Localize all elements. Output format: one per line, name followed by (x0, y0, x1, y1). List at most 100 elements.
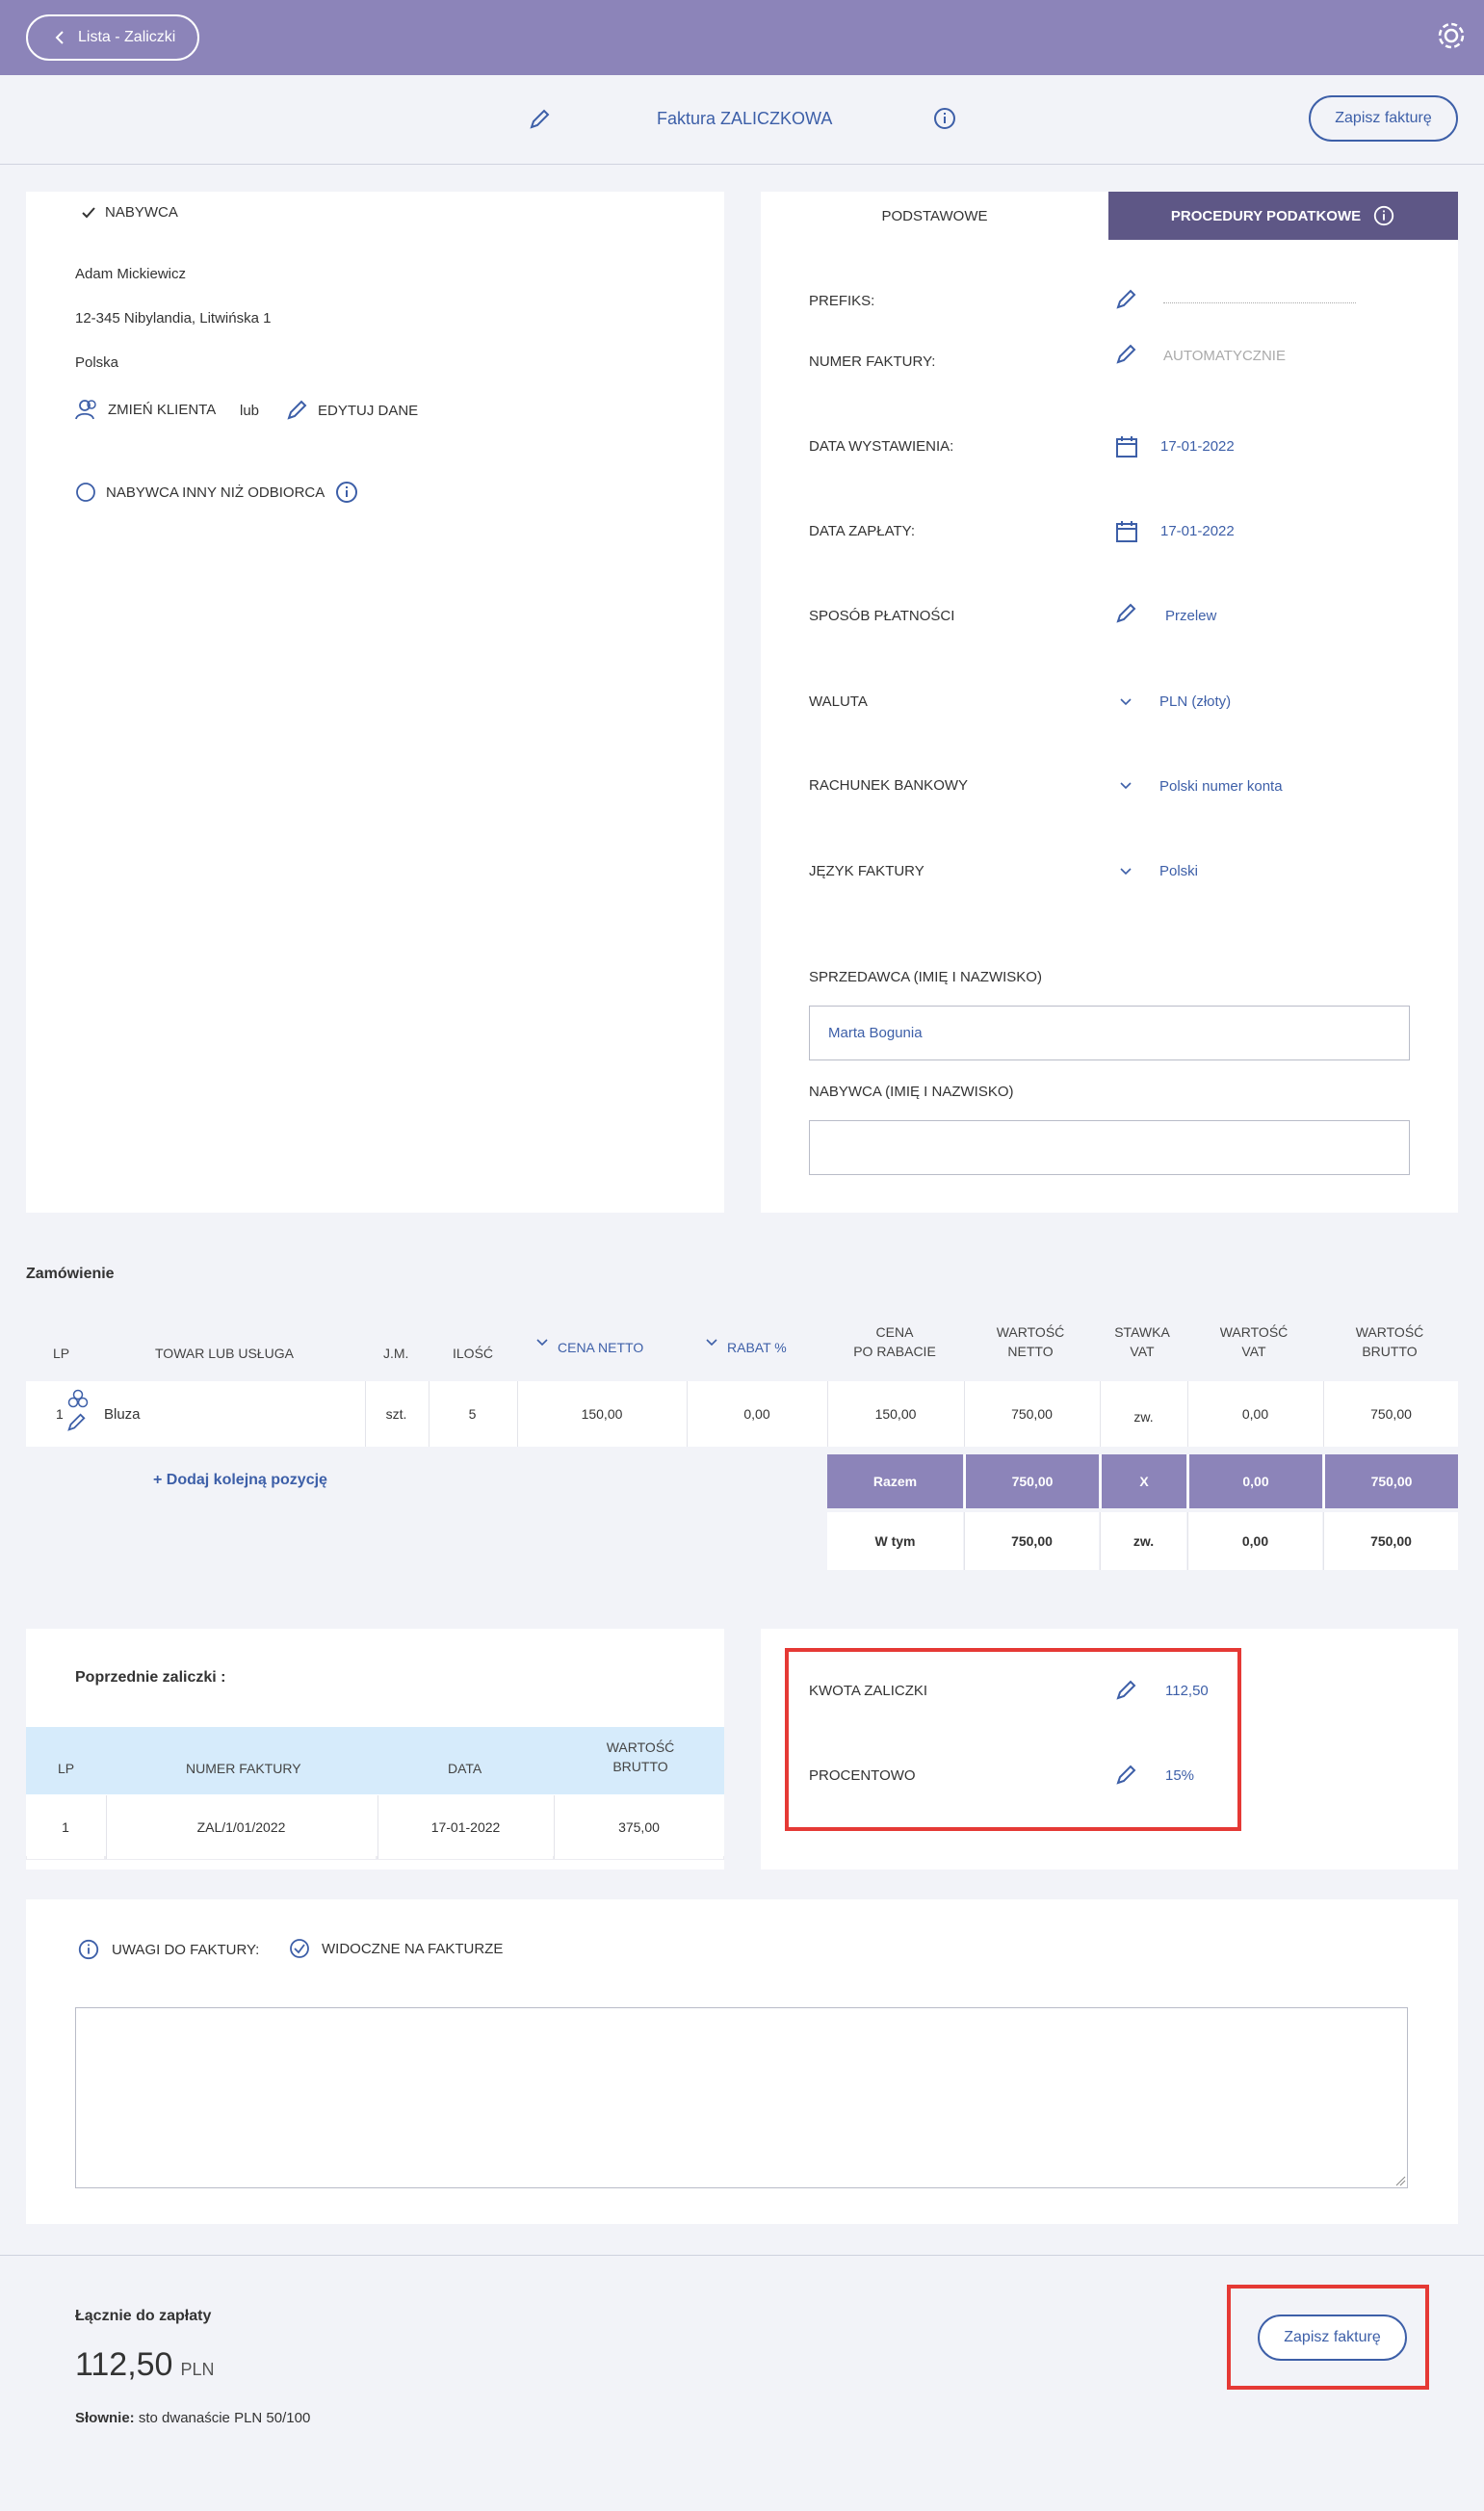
visible-on-invoice-checkbox[interactable]: WIDOCZNE NA FAKTURZE (289, 1938, 503, 1959)
total-to-pay-label: Łącznie do zapłaty (75, 2308, 212, 2324)
col-discount-sort[interactable]: RABAT % (706, 1339, 787, 1358)
col-gross-value-line2: BRUTTO (1362, 1343, 1418, 1359)
tab-tax-procedures[interactable]: PROCEDURY PODATKOWE (1108, 192, 1458, 240)
chevron-down-icon (536, 1339, 548, 1347)
col-qty: ILOŚĆ (453, 1346, 494, 1361)
row-vat-rate[interactable]: zw. (1100, 1381, 1186, 1447)
settings-gear-icon[interactable] (1435, 19, 1468, 52)
advance-percent-value[interactable]: 15% (1165, 1767, 1194, 1784)
back-button[interactable]: Lista - Zaliczki (26, 14, 199, 61)
title-info-icon[interactable] (932, 106, 957, 131)
save-invoice-button-top[interactable]: Zapisz fakturę (1309, 95, 1458, 142)
prev-col-lp: LP (58, 1761, 75, 1776)
number-value: AUTOMATYCZNIE (1163, 348, 1286, 364)
info-icon[interactable] (77, 1938, 100, 1961)
col-item: TOWAR LUB USŁUGA (155, 1346, 294, 1361)
save-invoice-button-bottom[interactable]: Zapisz fakturę (1258, 2315, 1407, 2361)
row-gross-value: 750,00 (1323, 1381, 1458, 1447)
row-discount[interactable]: 0,00 (687, 1381, 826, 1447)
change-client-button[interactable]: ZMIEŃ KLIENTA (75, 399, 216, 420)
col-vat-value-line2: VAT (1241, 1343, 1266, 1359)
chevron-left-icon (55, 31, 65, 44)
col-unit: J.M. (383, 1346, 409, 1361)
row-vat-value: 0,00 (1187, 1381, 1322, 1447)
buyer-address: 12-345 Nibylandia, Litwińska 1 (75, 310, 272, 327)
col-gross-value: WARTOŚĆ BRUTTO (1322, 1323, 1457, 1361)
total-to-pay-amount: 112,50 (75, 2346, 173, 2383)
issue-date-label: DATA WYSTAWIENIA: (809, 438, 954, 455)
row-tools[interactable] (65, 1387, 91, 1433)
edit-data-button[interactable]: EDYTUJ DANE (285, 399, 418, 422)
row-unit[interactable]: szt. (365, 1381, 427, 1447)
payment-method-label: SPOSÓB PŁATNOŚCI (809, 608, 955, 624)
buyer-country: Polska (75, 354, 119, 371)
row-item-name[interactable]: Bluza (104, 1406, 141, 1423)
info-icon (1372, 204, 1395, 227)
payment-method-pencil-icon[interactable] (1114, 602, 1137, 625)
pencil-icon[interactable] (65, 1412, 91, 1433)
payment-date-label: DATA ZAPŁATY: (809, 523, 916, 539)
check-icon (82, 206, 95, 219)
back-button-label: Lista - Zaliczki (78, 29, 176, 45)
calendar-icon[interactable] (1115, 435, 1138, 458)
info-icon[interactable] (334, 480, 359, 505)
notes-header: UWAGI DO FAKTURY: (77, 1938, 259, 1961)
chevron-down-icon[interactable] (1120, 782, 1132, 790)
advance-percent-pencil-icon[interactable] (1114, 1764, 1137, 1787)
buyer-section-toggle[interactable]: NABYWCA (82, 204, 178, 221)
buyer-name: Adam Mickiewicz (75, 266, 187, 282)
pencil-icon (285, 399, 308, 422)
row-lp: 1 (56, 1406, 64, 1422)
other-recipient-radio[interactable]: NABYWCA INNY NIŻ ODBIORCA (75, 480, 359, 505)
advance-amount-label: KWOTA ZALICZKI (809, 1683, 928, 1699)
bank-account-select[interactable]: Polski numer konta (1159, 778, 1283, 795)
previous-advances-title: Poprzednie zaliczki : (75, 1669, 226, 1686)
copy-icon[interactable] (65, 1387, 91, 1412)
chevron-down-icon[interactable] (1120, 698, 1132, 706)
prefix-pencil-icon[interactable] (1114, 288, 1137, 311)
users-icon (75, 399, 100, 420)
advance-amount-value[interactable]: 112,50 (1165, 1683, 1209, 1699)
buyer-card (26, 192, 724, 1213)
col-price-after-line1: CENA (875, 1324, 914, 1340)
notes-label: UWAGI DO FAKTURY: (112, 1941, 260, 1958)
total-to-pay: 112,50 PLN (75, 2346, 214, 2384)
col-net-value-line1: WARTOŚĆ (996, 1324, 1065, 1340)
tab-basic[interactable]: PODSTAWOWE (761, 192, 1108, 240)
currency-label: WALUTA (809, 693, 868, 710)
col-vat-value: WARTOŚĆ VAT (1186, 1323, 1321, 1361)
including-vat-rate: zw. (1100, 1512, 1186, 1570)
number-pencil-icon[interactable] (1114, 343, 1137, 366)
calendar-icon[interactable] (1115, 520, 1138, 543)
chevron-down-icon[interactable] (1120, 868, 1132, 876)
notes-textarea[interactable] (75, 2007, 1408, 2188)
add-item-link[interactable]: + Dodaj kolejną pozycję (153, 1472, 327, 1489)
prev-row-number: ZAL/1/01/2022 (106, 1795, 376, 1859)
including-label: W tym (827, 1512, 963, 1570)
seller-name-input[interactable]: Marta Bogunia (809, 1006, 1410, 1060)
row-qty[interactable]: 5 (429, 1381, 515, 1447)
including-vat: 0,00 (1187, 1512, 1322, 1570)
amount-in-words-value: sto dwanaście PLN 50/100 (138, 2410, 311, 2426)
buyer-name-label: NABYWCA (IMIĘ I NAZWISKO) (809, 1084, 1014, 1100)
highlight-box-advance (785, 1648, 1241, 1831)
buyer-name-input[interactable] (809, 1120, 1410, 1175)
row-net-price[interactable]: 150,00 (517, 1381, 686, 1447)
edit-title-pencil-icon[interactable] (528, 108, 551, 131)
col-vat-rate: STAWKA VAT (1099, 1323, 1185, 1361)
col-gross-value-line1: WARTOŚĆ (1355, 1324, 1424, 1340)
resize-handle-icon[interactable] (1394, 2175, 1406, 2186)
language-select[interactable]: Polski (1159, 863, 1198, 879)
advance-percent-label: PROCENTOWO (809, 1767, 916, 1784)
currency-select[interactable]: PLN (złoty) (1159, 693, 1231, 710)
issue-date-value[interactable]: 17-01-2022 (1160, 438, 1235, 455)
prefix-input[interactable] (1163, 302, 1356, 303)
radio-circle-icon (75, 482, 96, 503)
prev-col-date: DATA (448, 1761, 482, 1776)
col-net-price-sort[interactable]: CENA NETTO (536, 1339, 643, 1358)
prev-col-gross-line2: BRUTTO (612, 1758, 668, 1774)
payment-method-value[interactable]: Przelew (1165, 608, 1216, 624)
advance-amount-pencil-icon[interactable] (1114, 1679, 1137, 1702)
col-vat-rate-line1: STAWKA (1114, 1324, 1170, 1340)
payment-date-value[interactable]: 17-01-2022 (1160, 523, 1235, 539)
